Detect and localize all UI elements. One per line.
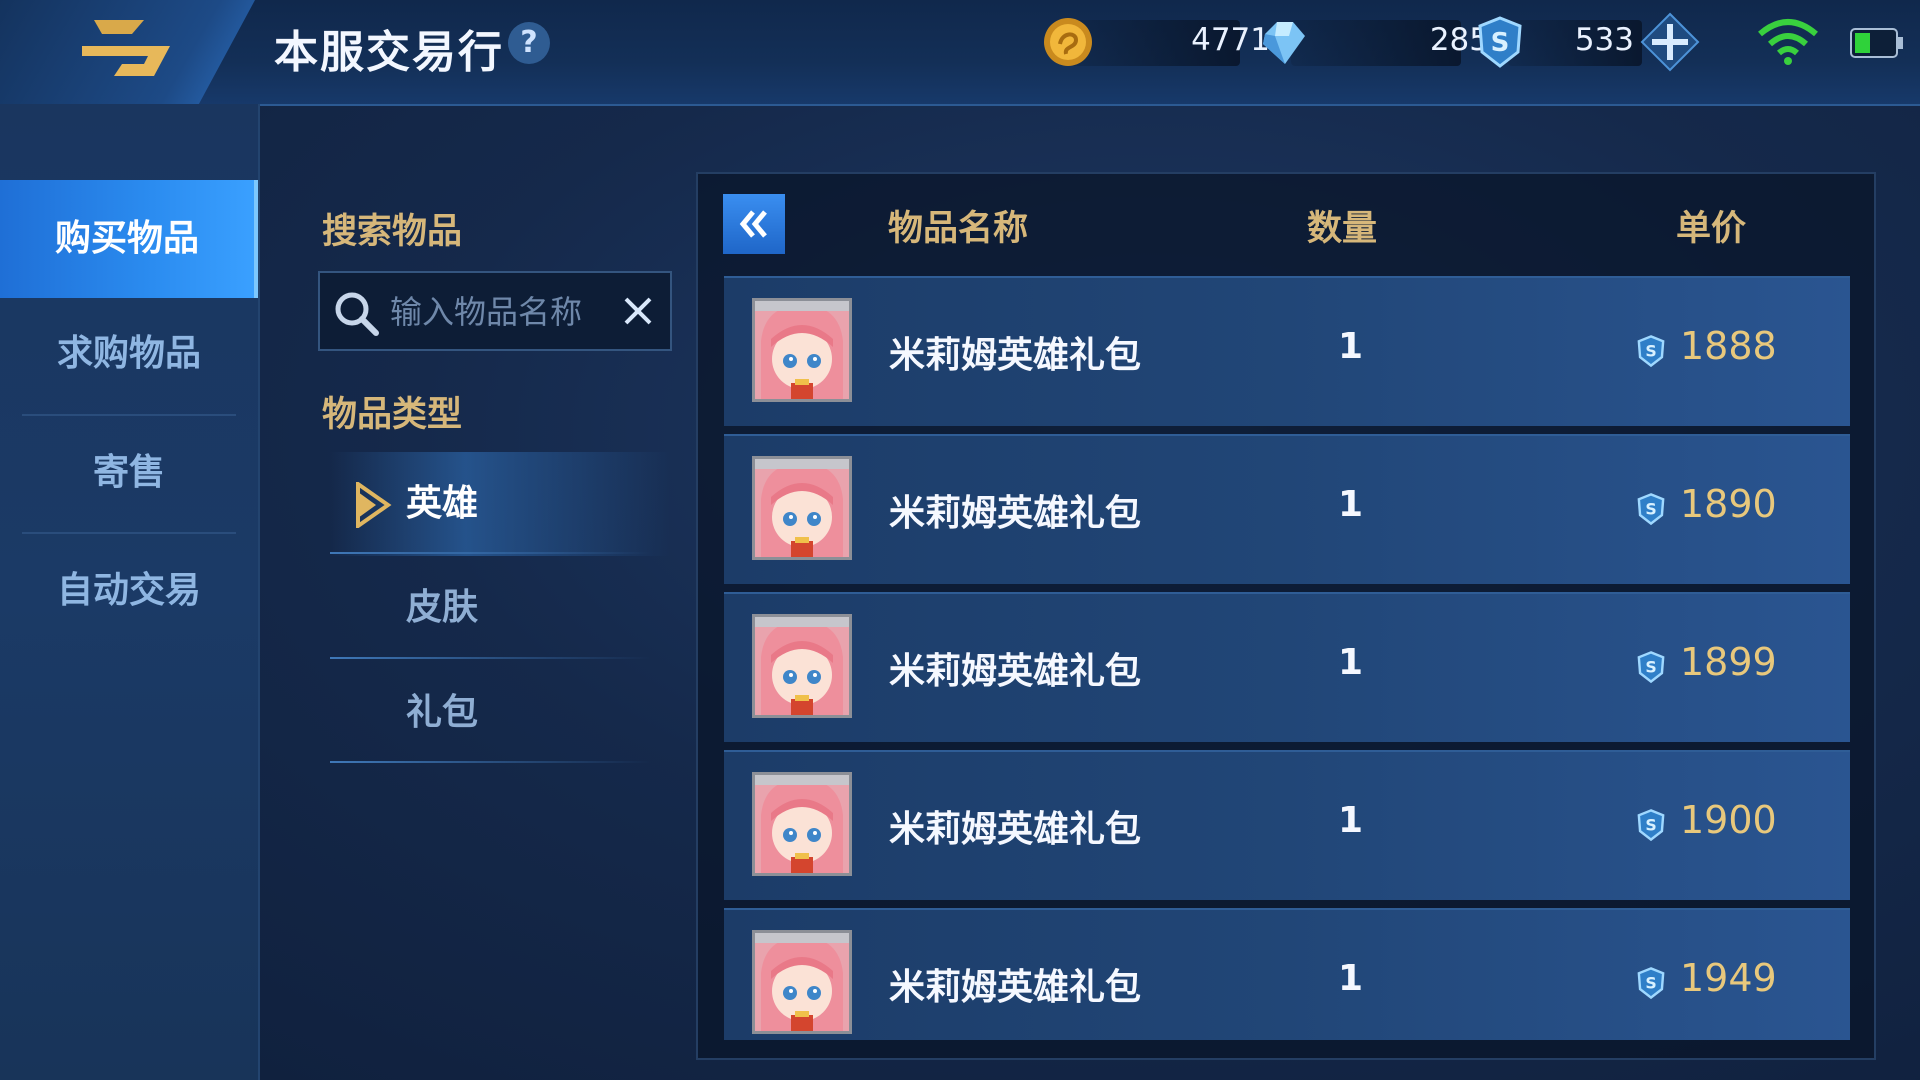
svg-text:S: S xyxy=(1491,28,1510,58)
play-arrow-icon xyxy=(356,482,392,528)
type-section-label: 物品类型 xyxy=(322,395,463,435)
listing-row[interactable]: 米莉姆英雄礼包 1 S 1890 xyxy=(724,434,1850,584)
svg-text:S: S xyxy=(1645,815,1656,834)
coupon-amount: 533 xyxy=(1574,22,1634,58)
type-divider xyxy=(330,761,650,763)
search-section-label: 搜索物品 xyxy=(322,212,463,252)
search-input[interactable] xyxy=(388,287,622,337)
listing-row[interactable]: 米莉姆英雄礼包 1 S 1900 xyxy=(724,750,1850,900)
column-header-price[interactable]: 单价 xyxy=(1676,200,1746,251)
nav-auto-trade[interactable]: 自动交易 xyxy=(0,532,258,650)
plus-icon xyxy=(1640,12,1700,72)
item-quantity: 1 xyxy=(1338,326,1364,367)
help-icon[interactable]: ? xyxy=(508,22,550,64)
top-bar: 本服交易行 ? 4771 285 S 533 xyxy=(0,0,1920,106)
search-box[interactable] xyxy=(318,271,672,351)
type-divider xyxy=(330,552,650,554)
coupon-icon: S xyxy=(1637,809,1665,842)
type-gift-pack[interactable]: 礼包 xyxy=(330,661,670,765)
diamond-amount: 285 xyxy=(1429,22,1489,58)
type-hero[interactable]: 英雄 xyxy=(330,452,670,556)
item-unit-price: 1899 xyxy=(1680,640,1777,684)
coupon-currency: S 533 xyxy=(1472,10,1642,76)
nav-buy-items[interactable]: 购买物品 xyxy=(0,180,258,298)
item-name: 米莉姆英雄礼包 xyxy=(889,335,1142,376)
type-divider xyxy=(330,657,650,659)
wifi-icon xyxy=(1758,19,1818,65)
item-unit-price: 1888 xyxy=(1680,324,1777,368)
recharge-button[interactable] xyxy=(1640,12,1700,76)
diamond-currency: 285 xyxy=(1255,10,1489,76)
clear-search-icon[interactable] xyxy=(620,293,656,329)
nav-consign[interactable]: 寄售 xyxy=(0,414,258,532)
type-gift-pack-label: 礼包 xyxy=(406,692,479,733)
gold-amount: 4771 xyxy=(1191,22,1270,58)
listing-row[interactable]: 米莉姆英雄礼包 1 S 1949 xyxy=(724,908,1850,1040)
type-skin[interactable]: 皮肤 xyxy=(330,556,670,660)
item-quantity: 1 xyxy=(1338,642,1364,683)
item-name: 米莉姆英雄礼包 xyxy=(889,809,1142,850)
svg-text:S: S xyxy=(1645,499,1656,518)
back-arrow-icon xyxy=(82,20,170,76)
column-header-qty[interactable]: 数量 xyxy=(1307,200,1377,251)
listing-row[interactable]: 米莉姆英雄礼包 1 S 1899 xyxy=(724,592,1850,742)
nav-request-items[interactable]: 求购物品 xyxy=(0,295,258,413)
gold-currency: 4771 xyxy=(1040,10,1270,76)
coupon-icon: S xyxy=(1637,493,1665,526)
coupon-icon: S xyxy=(1637,967,1665,1000)
coupon-icon: S xyxy=(1637,335,1665,368)
svg-text:S: S xyxy=(1645,341,1656,360)
coupon-icon: S xyxy=(1637,651,1665,684)
back-button[interactable] xyxy=(0,0,255,104)
gold-coin-icon xyxy=(1044,18,1092,66)
svg-text:S: S xyxy=(1645,657,1656,676)
item-quantity: 1 xyxy=(1338,484,1364,525)
battery-icon xyxy=(1850,28,1903,58)
item-name: 米莉姆英雄礼包 xyxy=(889,651,1142,692)
item-name: 米莉姆英雄礼包 xyxy=(889,967,1142,1008)
search-icon xyxy=(335,292,379,336)
coupon-icon: S xyxy=(1478,16,1522,68)
type-skin-label: 皮肤 xyxy=(406,587,479,628)
hero-portrait-image xyxy=(752,930,852,1034)
column-header-name[interactable]: 物品名称 xyxy=(888,200,1028,251)
listing-row[interactable]: 米莉姆英雄礼包 1 S 1888 xyxy=(724,276,1850,426)
svg-text:S: S xyxy=(1645,973,1656,992)
hero-portrait-image xyxy=(752,772,852,876)
item-quantity: 1 xyxy=(1338,958,1364,999)
double-chevron-left-icon xyxy=(739,210,767,238)
page-title: 本服交易行 xyxy=(274,27,504,78)
item-unit-price: 1949 xyxy=(1680,956,1777,1000)
item-unit-price: 1890 xyxy=(1680,482,1777,526)
collapse-panel-button[interactable] xyxy=(723,194,785,254)
type-hero-label: 英雄 xyxy=(406,483,479,524)
item-name: 米莉姆英雄礼包 xyxy=(889,493,1142,534)
item-quantity: 1 xyxy=(1338,800,1364,841)
hero-portrait-image xyxy=(752,456,852,560)
diamond-icon xyxy=(1263,22,1305,64)
item-unit-price: 1900 xyxy=(1680,798,1777,842)
hero-portrait-image xyxy=(752,298,852,402)
hero-portrait-image xyxy=(752,614,852,718)
